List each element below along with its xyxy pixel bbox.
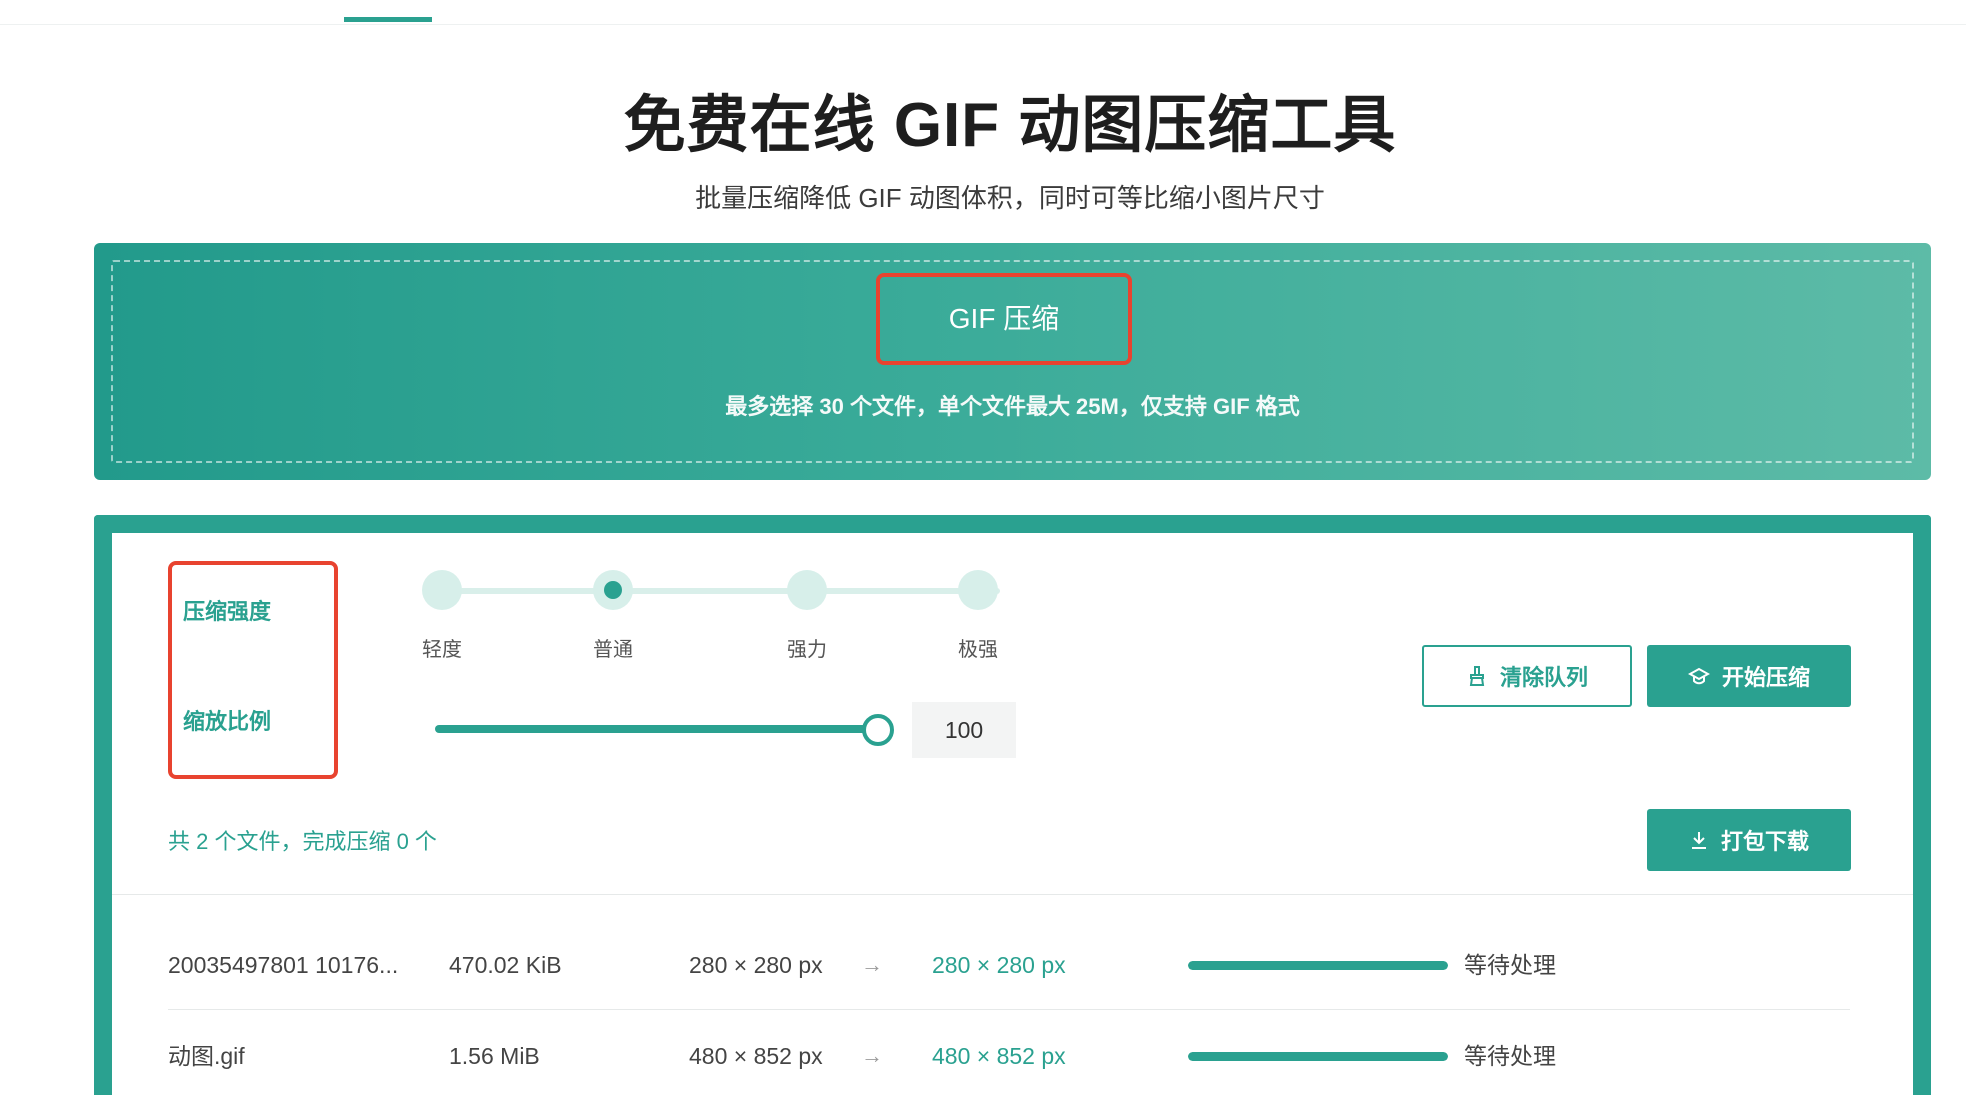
- file-status: 等待处理: [1464, 952, 1556, 978]
- scale-slider-thumb[interactable]: [862, 714, 894, 746]
- start-compress-label: 开始压缩: [1721, 665, 1810, 690]
- original-dimensions: 480 × 852 px: [689, 1043, 823, 1069]
- row-divider: [168, 1009, 1850, 1010]
- file-name: 动图.gif: [168, 1043, 245, 1069]
- file-progress-fill: [1188, 961, 1448, 970]
- scale-ratio-label: 缩放比例: [183, 709, 272, 734]
- page-title: 免费在线 GIF 动图压缩工具: [623, 91, 1397, 160]
- list-header-divider: [112, 894, 1913, 895]
- intensity-option-strong[interactable]: [787, 570, 827, 610]
- active-nav-indicator: [344, 17, 432, 22]
- file-row: 20035497801 10176... 470.02 KiB 280 × 28…: [168, 930, 1848, 1000]
- file-name: 20035497801 10176...: [168, 952, 399, 978]
- arrow-right-icon: →: [861, 952, 883, 977]
- file-progress-bar: [1188, 961, 1448, 970]
- intensity-slider-track[interactable]: [437, 588, 1000, 594]
- original-dimensions: 280 × 280 px: [689, 952, 823, 978]
- scale-slider-track[interactable]: [435, 725, 875, 733]
- download-icon: [1691, 832, 1706, 849]
- file-summary: 共 2 个文件，完成压缩 0 个: [168, 829, 437, 854]
- upload-hint: 最多选择 30 个文件，单个文件最大 25M，仅支持 GIF 格式: [725, 394, 1300, 419]
- scale-value-input[interactable]: [912, 702, 1016, 758]
- start-compress-button[interactable]: 开始压缩: [1647, 645, 1851, 707]
- file-size: 1.56 MiB: [449, 1043, 540, 1069]
- intensity-label-extreme: 极强: [958, 639, 998, 661]
- download-all-label: 打包下载: [1720, 829, 1809, 854]
- page-subtitle: 批量压缩降低 GIF 动图体积，同时可等比缩小图片尺寸: [695, 183, 1325, 213]
- new-dimensions: 280 × 280 px: [932, 952, 1066, 978]
- compress-icon: [1687, 667, 1710, 685]
- file-progress-fill: [1188, 1052, 1448, 1061]
- intensity-label-strong: 强力: [787, 639, 827, 661]
- intensity-option-normal[interactable]: [593, 570, 633, 610]
- clear-queue-label: 清除队列: [1499, 665, 1588, 690]
- intensity-label-light: 轻度: [422, 639, 462, 661]
- file-status: 等待处理: [1464, 1043, 1556, 1069]
- intensity-option-extreme[interactable]: [958, 570, 998, 610]
- top-nav-bar: [0, 0, 1966, 25]
- file-progress-bar: [1188, 1052, 1448, 1061]
- arrow-right-icon: →: [861, 1043, 883, 1068]
- upload-dropzone[interactable]: GIF 压缩 最多选择 30 个文件，单个文件最大 25M，仅支持 GIF 格式: [94, 243, 1931, 480]
- gif-compress-upload-button[interactable]: GIF 压缩: [876, 273, 1132, 365]
- intensity-option-light[interactable]: [422, 570, 462, 610]
- new-dimensions: 480 × 852 px: [932, 1043, 1066, 1069]
- broom-icon: [1469, 666, 1485, 686]
- download-all-button[interactable]: 打包下载: [1647, 809, 1851, 871]
- compression-intensity-label: 压缩强度: [183, 599, 272, 624]
- clear-queue-button[interactable]: 清除队列: [1422, 645, 1632, 707]
- file-size: 470.02 KiB: [449, 952, 562, 978]
- compress-settings-panel: 压缩强度 缩放比例 轻度 普通 强力 极强 清除队列 开始压缩 共 2 个文件，…: [94, 515, 1931, 1095]
- intensity-label-normal: 普通: [593, 639, 633, 661]
- file-row: 动图.gif 1.56 MiB 480 × 852 px → 480 × 852…: [168, 1021, 1848, 1091]
